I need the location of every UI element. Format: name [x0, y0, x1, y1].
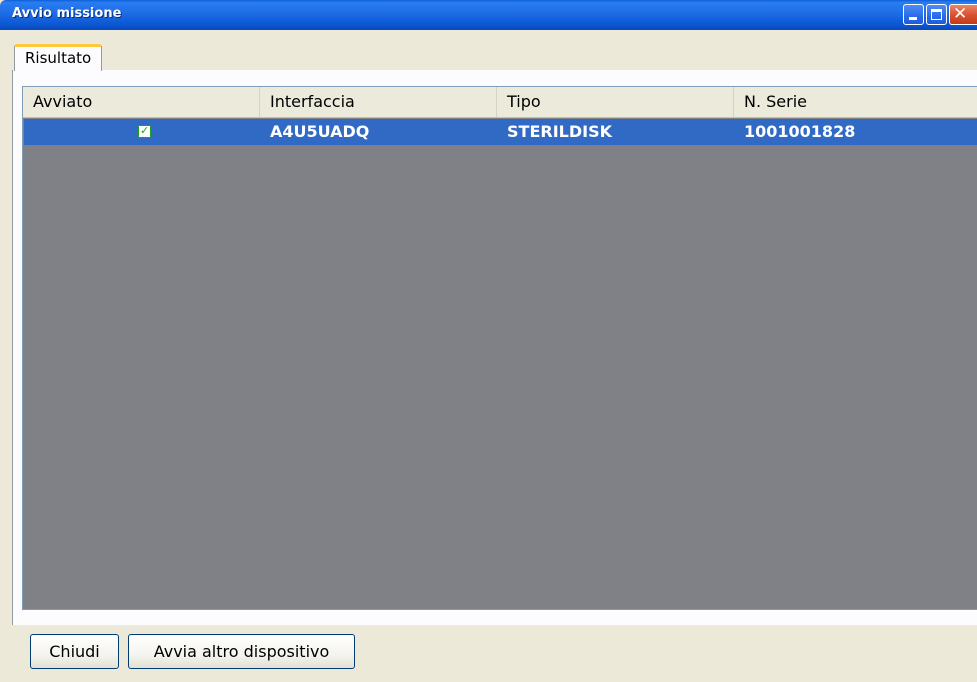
cell-serie: 1001001828 [744, 122, 856, 141]
tab-risultato[interactable]: Risultato [14, 44, 103, 71]
close-window-button[interactable]: ✕ [949, 4, 977, 25]
started-checkbox[interactable]: ✓ [138, 124, 151, 138]
table-row[interactable]: ✓ A4U5UADQ STERILDISK 1001001828 [24, 119, 977, 145]
cell-avviato: ✓ [24, 119, 261, 145]
column-header-serie[interactable]: N. Serie [734, 87, 977, 117]
cell-interfaccia: A4U5UADQ [270, 122, 370, 141]
maximize-icon [931, 9, 942, 20]
column-header-avviato[interactable]: Avviato [23, 87, 260, 117]
column-header-interfaccia[interactable]: Interfaccia [260, 87, 497, 117]
table-header: Avviato Interfaccia Tipo N. Serie [23, 87, 977, 118]
close-icon: ✕ [953, 4, 968, 24]
minimize-button[interactable] [903, 4, 924, 25]
check-icon: ✓ [140, 124, 150, 137]
window-title: Avvio missione [12, 6, 122, 21]
app-window: Avvio missione ✕ Risultato Avviato Inter… [0, 0, 977, 682]
close-button[interactable]: Chiudi [30, 634, 119, 669]
minimize-icon [909, 17, 917, 20]
cell-tipo: STERILDISK [507, 122, 612, 141]
column-header-tipo[interactable]: Tipo [497, 87, 734, 117]
title-bar[interactable]: Avvio missione ✕ [0, 0, 977, 30]
results-table[interactable]: Avviato Interfaccia Tipo N. Serie ✓ A4U5… [22, 86, 977, 610]
maximize-button[interactable] [926, 4, 947, 25]
start-other-device-button[interactable]: Avvia altro dispositivo [128, 634, 355, 669]
